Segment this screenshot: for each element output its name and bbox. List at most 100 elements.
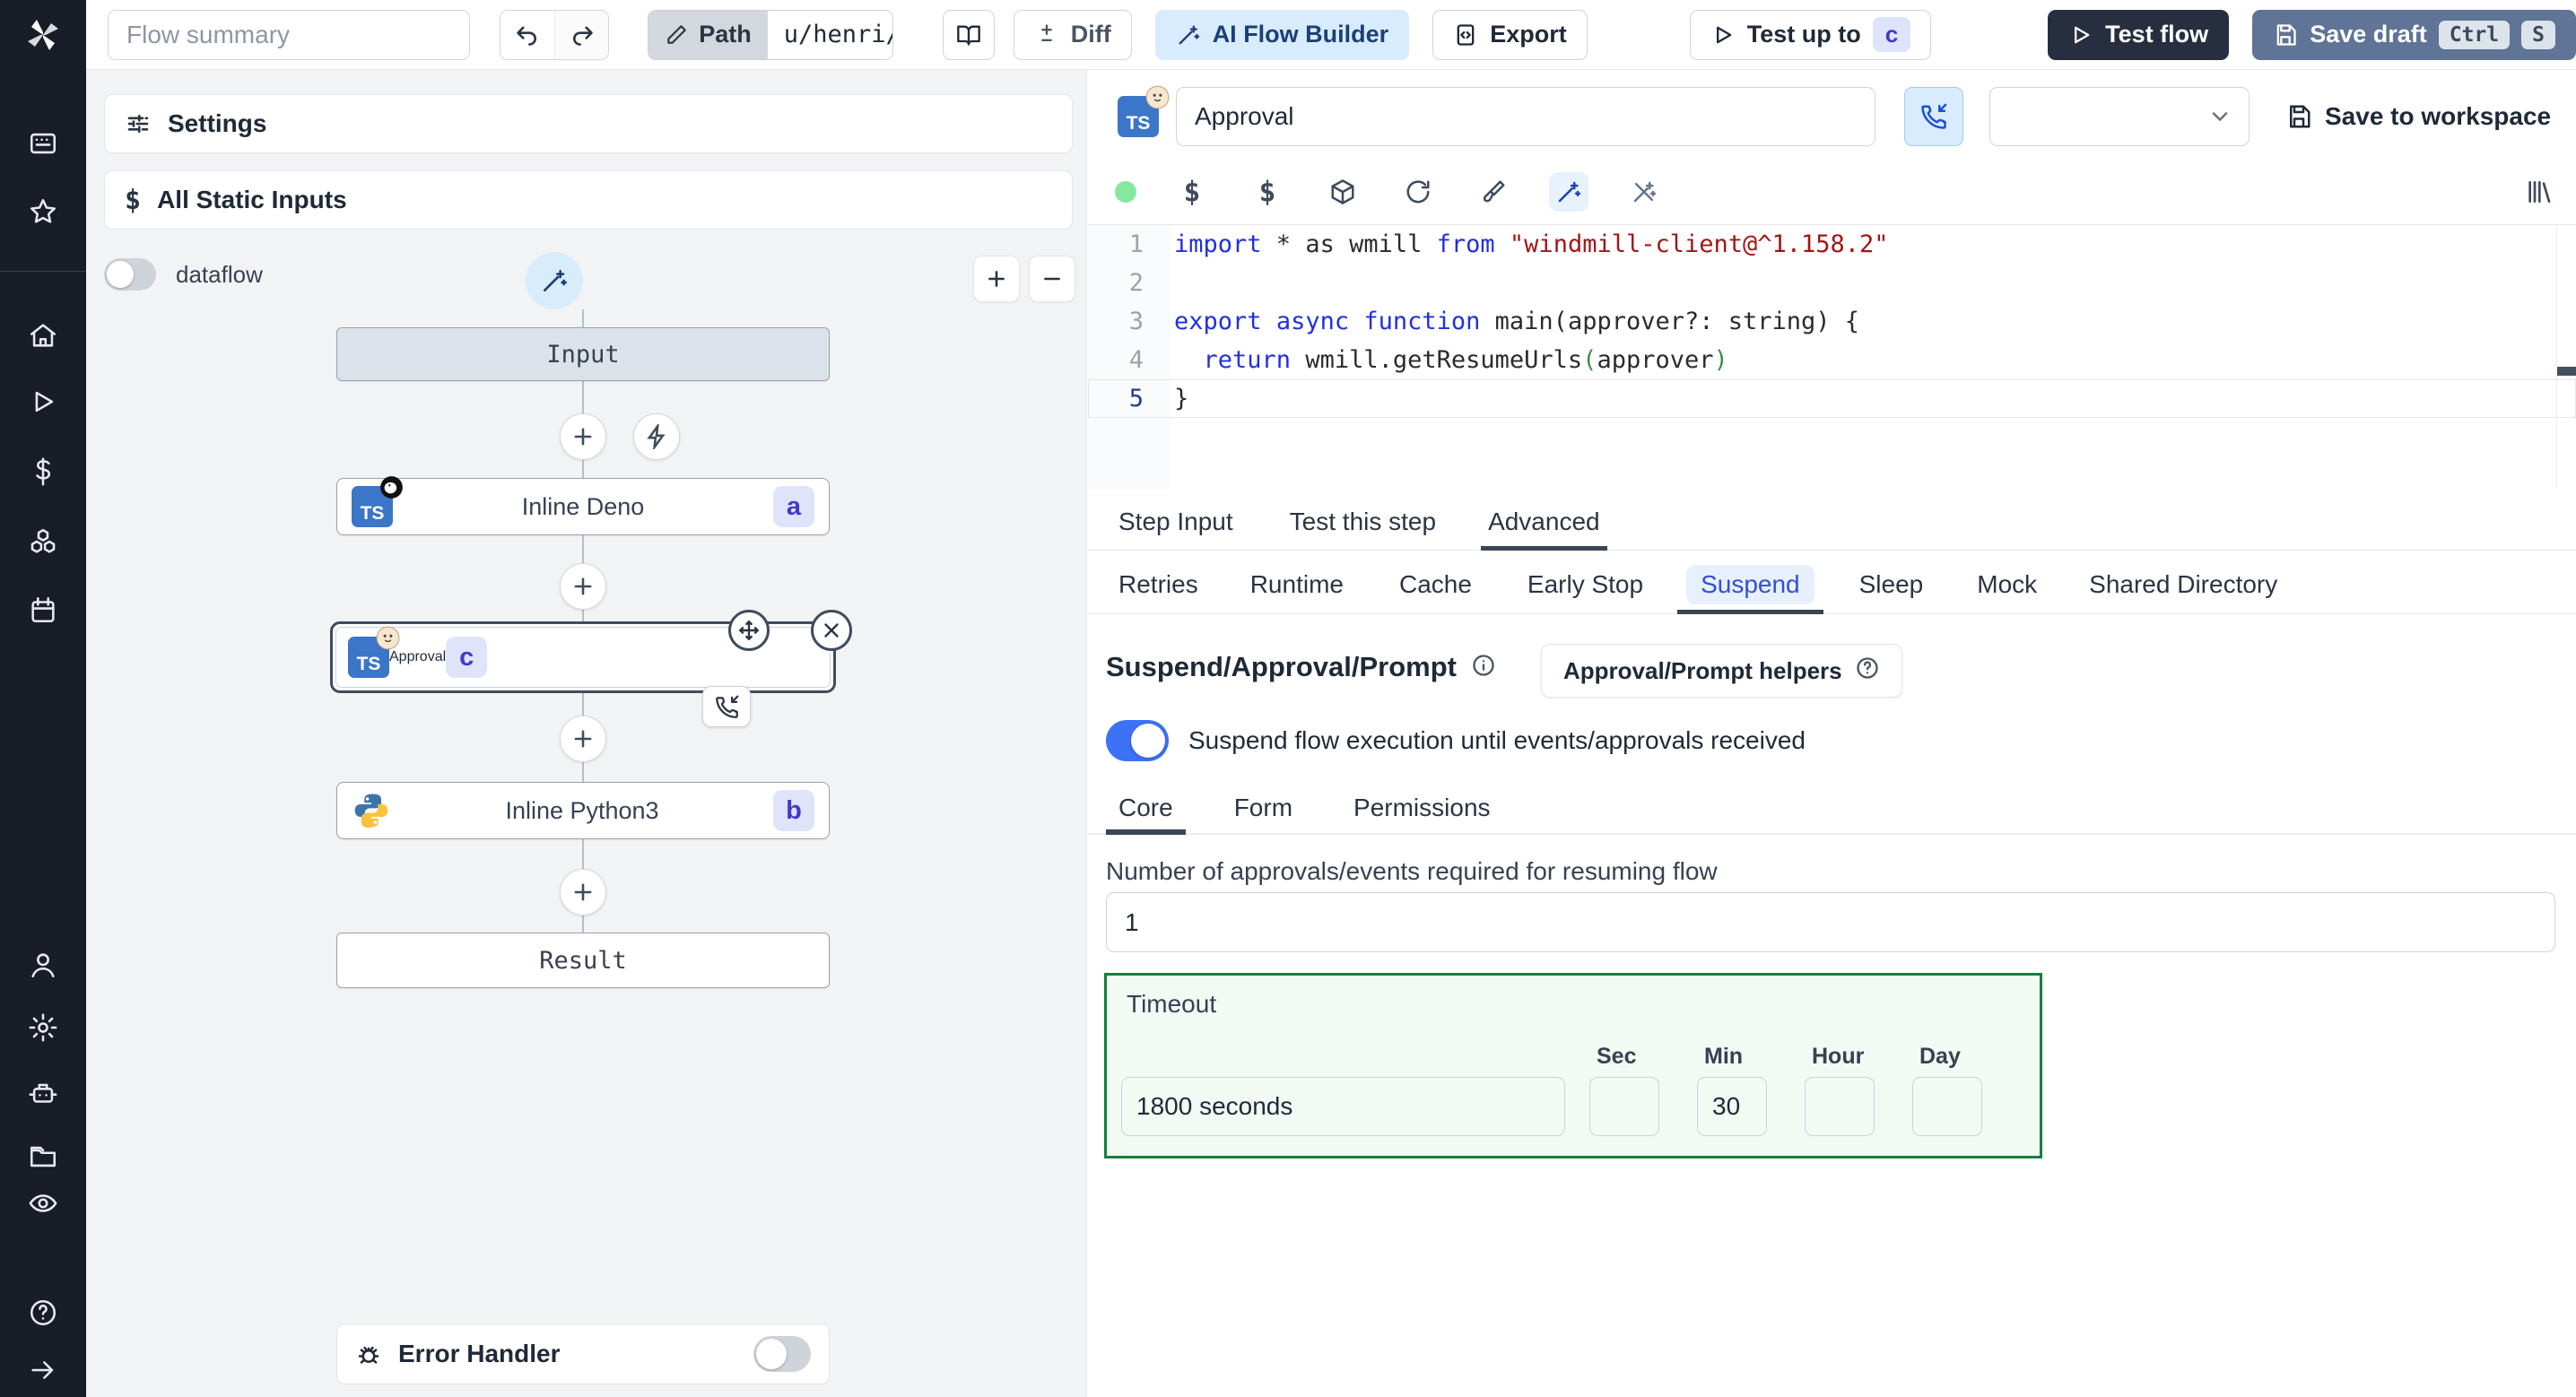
export-button[interactable]: Export (1432, 9, 1588, 60)
ai-flow-builder-button[interactable]: AI Flow Builder (1154, 9, 1410, 60)
code-editor[interactable]: 1 import * as wmill from "windmill-clien… (1088, 224, 2576, 489)
settings-gear-icon[interactable] (25, 1010, 61, 1046)
format-brush-button[interactable] (1474, 172, 1513, 212)
approvals-count-input[interactable] (1106, 892, 2555, 952)
variables-icon[interactable] (25, 454, 61, 490)
redo-button[interactable] (553, 10, 609, 59)
zoom-in-button[interactable] (973, 256, 1020, 302)
min-input[interactable] (1697, 1077, 1767, 1136)
expand-rail-arrow-icon[interactable] (25, 1352, 61, 1388)
ai-assistant-button[interactable] (1549, 172, 1588, 212)
error-handler-toggle[interactable] (753, 1336, 811, 1372)
suspend-sub-tabs: Core Form Permissions (1088, 783, 2576, 835)
tab-early-stop[interactable]: Early Stop (1519, 555, 1652, 613)
favorites-star-icon[interactable] (25, 194, 61, 230)
graph-node-inline-deno[interactable]: TS Inline Deno a (336, 476, 830, 535)
diff-button[interactable]: Diff (1013, 9, 1132, 60)
typescript-icon: TS (348, 626, 400, 678)
ai-disable-button[interactable] (1624, 172, 1664, 212)
chevron-down-icon (2212, 112, 2228, 121)
plus-icon (574, 577, 592, 595)
package-icon-button[interactable] (1323, 172, 1362, 212)
play-icon (1716, 26, 1732, 43)
flow-settings-button[interactable]: Settings (104, 94, 1073, 153)
suspend-phone-button[interactable] (1904, 87, 1963, 146)
add-trigger-button[interactable] (633, 413, 680, 460)
suspend-toggle[interactable] (1106, 720, 1169, 761)
graph-node-result[interactable]: Result (336, 933, 830, 988)
resources-icon[interactable] (25, 524, 61, 560)
resource-picker-button[interactable]: $ (1248, 172, 1287, 212)
tab-test-this-step[interactable]: Test this step (1283, 493, 1443, 550)
move-node-button[interactable] (728, 610, 770, 651)
face-emoji-badge (376, 626, 400, 650)
audit-logs-eye-icon[interactable] (25, 1185, 61, 1221)
timeout-display-input[interactable] (1121, 1077, 1565, 1136)
graph-node-inline-python3[interactable]: Inline Python3 b (336, 782, 830, 839)
save-to-workspace-button[interactable]: Save to workspace (2285, 102, 2551, 131)
typescript-icon: TS (1118, 85, 1170, 137)
diff-icon (1040, 23, 1052, 41)
flow-summary-input[interactable] (108, 9, 470, 60)
runs-icon[interactable] (25, 384, 61, 420)
tab-runtime[interactable]: Runtime (1241, 555, 1353, 613)
hour-input[interactable] (1805, 1077, 1875, 1136)
zoom-out-button[interactable] (1029, 256, 1075, 302)
day-label: Day (1919, 1044, 1961, 1069)
tab-mock[interactable]: Mock (1968, 555, 2046, 613)
variable-picker-button[interactable]: $ (1172, 172, 1212, 212)
help-icon[interactable] (25, 1295, 61, 1331)
path-button[interactable]: Path u/henri/bes (648, 9, 893, 60)
tab-core[interactable]: Core (1106, 783, 1186, 835)
add-step-button-3[interactable] (560, 716, 606, 762)
add-step-button-4[interactable] (560, 869, 606, 915)
tab-advanced[interactable]: Advanced (1481, 493, 1607, 551)
approvals-count-label: Number of approvals/events required for … (1106, 857, 1718, 885)
tab-shared-directory[interactable]: Shared Directory (2080, 555, 2286, 613)
test-flow-button[interactable]: Test flow (2048, 9, 2230, 60)
tab-permissions[interactable]: Permissions (1341, 783, 1502, 833)
undo-redo-group (499, 9, 610, 60)
library-icon-button[interactable] (2524, 163, 2553, 221)
deno-badge-icon (380, 476, 403, 499)
tab-step-input[interactable]: Step Input (1111, 493, 1240, 550)
save-draft-button[interactable]: Save draft Ctrl S (2252, 9, 2576, 60)
day-input[interactable] (1912, 1077, 1982, 1136)
graph-node-input[interactable]: Input (336, 327, 830, 381)
error-handler-label: Error Handler (398, 1340, 561, 1367)
reload-button[interactable] (1398, 172, 1438, 212)
tab-suspend[interactable]: Suspend (1677, 555, 1823, 614)
workers-icon[interactable] (25, 1076, 61, 1112)
home-icon[interactable] (25, 317, 61, 353)
code-line-1: 1 import * as wmill from "windmill-clien… (1128, 230, 1889, 258)
windmill-logo (22, 13, 65, 56)
quickstart-icon[interactable] (25, 126, 61, 161)
step-id-badge: c (446, 637, 488, 678)
docs-book-button[interactable] (942, 9, 995, 60)
tab-cache[interactable]: Cache (1390, 555, 1481, 613)
worker-tag-select[interactable] (1989, 87, 2250, 146)
dataflow-toggle[interactable] (104, 258, 156, 291)
users-icon[interactable] (25, 947, 61, 983)
add-step-button-1[interactable] (560, 413, 606, 460)
all-static-inputs-button[interactable]: $ All Static Inputs (104, 170, 1073, 230)
graph-ai-wand-button[interactable] (526, 252, 583, 309)
tab-retries[interactable]: Retries (1110, 555, 1207, 613)
add-step-button-2[interactable] (560, 563, 606, 610)
path-value: u/henri/bes (767, 10, 892, 59)
flow-graph-panel: Settings $ All Static Inputs dataflow In… (86, 70, 1087, 1397)
sec-input[interactable] (1589, 1077, 1659, 1136)
schedules-icon[interactable] (25, 592, 61, 628)
tab-sleep[interactable]: Sleep (1850, 555, 1933, 613)
approval-phone-badge[interactable] (702, 686, 751, 727)
delete-node-button[interactable] (811, 610, 852, 651)
suspend-heading: Suspend/Approval/Prompt (1106, 651, 1457, 682)
info-icon[interactable] (1471, 653, 1496, 682)
step-name-input[interactable] (1176, 87, 1875, 146)
approval-prompt-helpers-button[interactable]: Approval/Prompt helpers (1541, 644, 1902, 698)
sliders-icon (127, 114, 149, 134)
folders-icon[interactable] (25, 1139, 61, 1175)
test-up-to-button[interactable]: Test up to c (1689, 9, 1932, 60)
undo-button[interactable] (500, 10, 554, 59)
tab-form[interactable]: Form (1222, 783, 1305, 833)
